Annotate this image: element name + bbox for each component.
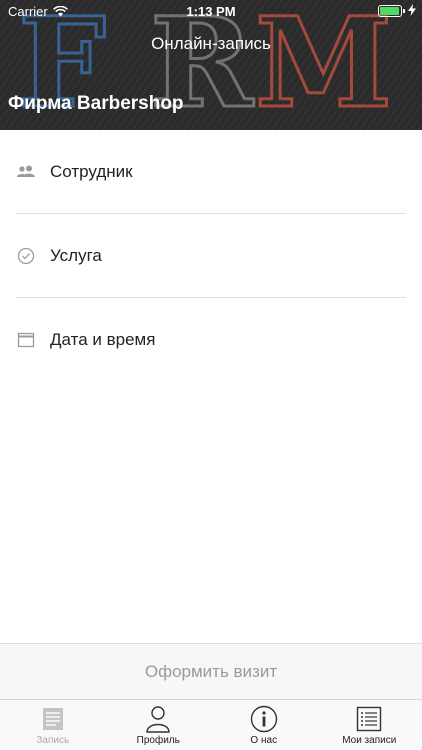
people-icon xyxy=(16,162,36,182)
company-title: Фирма Barbershop xyxy=(8,93,184,114)
tab-my-bookings[interactable]: Мои записи xyxy=(317,700,422,750)
nav-title: Онлайн-запись xyxy=(151,34,271,53)
person-icon xyxy=(143,705,173,733)
info-icon xyxy=(249,705,279,733)
tab-label: О нас xyxy=(250,735,278,746)
status-bar: Carrier 1:13 PM xyxy=(0,0,422,22)
header: F R M Carrier 1:13 PM Онлайн-запись Фирм… xyxy=(0,0,422,130)
tab-label: Мои записи xyxy=(342,735,397,746)
tab-about[interactable]: О нас xyxy=(211,700,317,750)
tab-booking[interactable]: Запись xyxy=(0,700,106,750)
tab-bar: Запись Профиль О нас Мои записи xyxy=(0,699,422,750)
tab-label: Профиль xyxy=(136,735,180,746)
clock-label: 1:13 PM xyxy=(186,4,236,19)
list-item-label: Дата и время xyxy=(50,330,156,349)
list-item-datetime[interactable]: Дата и время xyxy=(0,298,422,382)
app-screen: F R M Carrier 1:13 PM Онлайн-запись Фирм… xyxy=(0,0,422,750)
document-icon xyxy=(38,705,68,733)
tab-label: Запись xyxy=(36,735,70,746)
tab-profile[interactable]: Профиль xyxy=(106,700,212,750)
list-item-label: Услуга xyxy=(50,246,102,265)
check-circle-icon xyxy=(16,246,36,266)
list-item-service[interactable]: Услуга xyxy=(0,214,422,298)
list-icon xyxy=(354,705,384,733)
battery-icon xyxy=(378,5,402,17)
booking-options-list: Сотрудник Услуга Дата и время xyxy=(0,130,422,382)
list-item-employee[interactable]: Сотрудник xyxy=(0,130,422,214)
calendar-icon xyxy=(16,330,36,350)
list-item-label: Сотрудник xyxy=(50,162,133,181)
battery-tip xyxy=(403,9,405,13)
charging-icon xyxy=(408,4,416,19)
book-visit-button[interactable]: Оформить визит xyxy=(0,643,422,699)
